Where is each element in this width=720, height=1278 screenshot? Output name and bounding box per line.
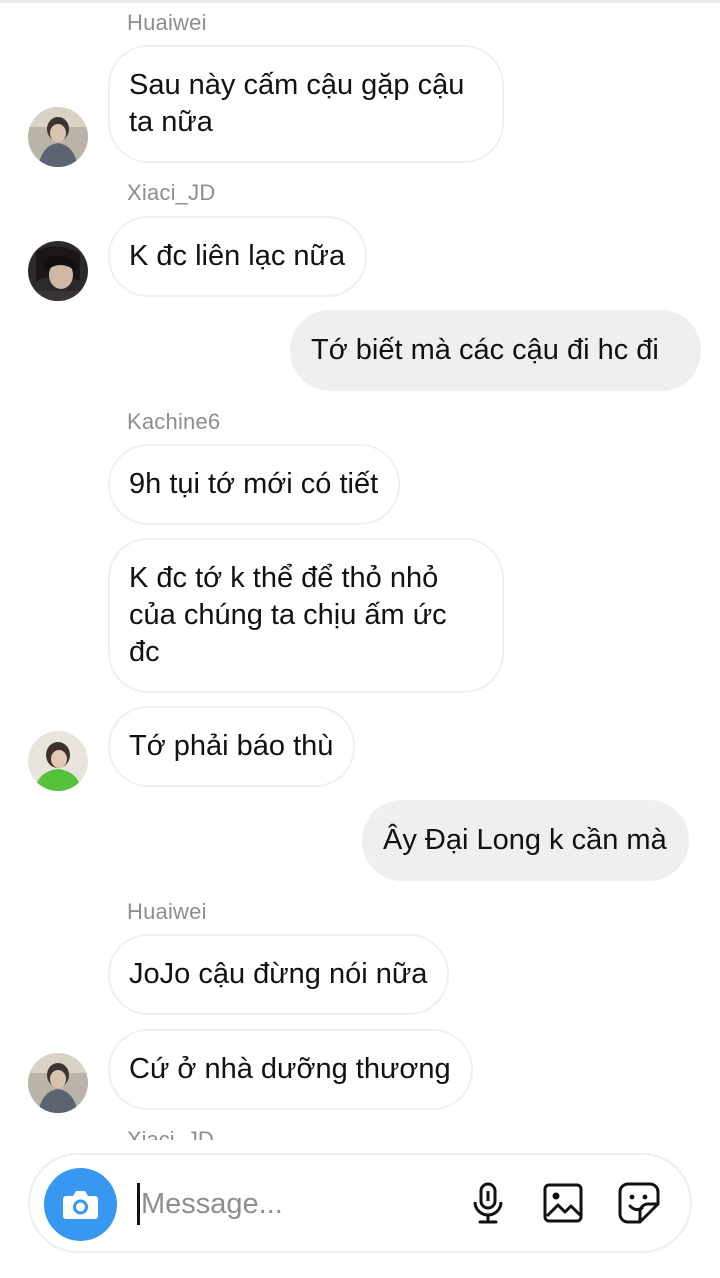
outgoing-message[interactable]: Ây Đại Long k cần mà (362, 800, 689, 881)
message-line: của chúng ta chịu ấm ức (129, 599, 447, 631)
sender-name: Xiaci_JD (127, 180, 216, 205)
gallery-button[interactable] (540, 1180, 586, 1226)
microphone-button[interactable] (465, 1180, 511, 1226)
incoming-message[interactable]: K đc tớ k thể để thỏ nhỏ của chúng ta ch… (108, 538, 504, 693)
incoming-message[interactable]: Tớ phải báo thù (108, 706, 356, 787)
sender-name: Kachine6 (127, 409, 221, 434)
message-input[interactable] (141, 1181, 441, 1227)
text-cursor (137, 1183, 140, 1225)
gallery-icon (543, 1183, 583, 1223)
message-text: JoJo cậu đừng nói nữa (129, 958, 428, 990)
message-text: Tớ biết mà các cậu đi hc đi (311, 334, 659, 366)
sticker-icon (618, 1182, 660, 1224)
message-text: Ây Đại Long k cần mà (383, 824, 667, 856)
camera-button[interactable] (44, 1168, 117, 1241)
message-text: 9h tụi tớ mới có tiết (129, 468, 379, 500)
camera-icon (63, 1191, 98, 1219)
message-line: đc (129, 636, 160, 668)
incoming-message[interactable]: Sau này cấm cậu gặp cậu ta nữa (108, 45, 504, 163)
incoming-message[interactable]: Cứ ở nhà dưỡng thương (108, 1029, 473, 1110)
sender-name: Huaiwei (127, 10, 207, 35)
incoming-message[interactable]: K đc liên lạc nữa (108, 216, 368, 297)
avatar[interactable] (28, 241, 88, 301)
outgoing-message[interactable]: Tớ biết mà các cậu đi hc đi (290, 310, 701, 391)
incoming-message[interactable]: JoJo cậu đừng nói nữa (108, 934, 450, 1015)
sticker-button[interactable] (616, 1180, 662, 1226)
avatar[interactable] (28, 731, 88, 791)
message-text: Cứ ở nhà dưỡng thương (129, 1053, 451, 1085)
sender-name: Huaiwei (127, 899, 207, 924)
sender-name: Xiaci_JD (127, 1127, 214, 1140)
message-thread[interactable]: Huaiwei Sau này cấm cậu gặp cậu ta nữa X… (0, 0, 720, 1140)
message-line: ta nữa (129, 106, 213, 138)
message-text: K đc liên lạc nữa (129, 240, 346, 272)
avatar[interactable] (28, 107, 88, 167)
incoming-message[interactable]: 9h tụi tớ mới có tiết (108, 444, 401, 525)
avatar[interactable] (28, 1053, 88, 1113)
message-composer (28, 1153, 692, 1253)
message-line: K đc tớ k thể để thỏ nhỏ (129, 562, 439, 594)
microphone-icon (473, 1182, 503, 1224)
message-text: Tớ phải báo thù (129, 730, 334, 762)
message-line: Sau này cấm cậu gặp cậu (129, 69, 465, 101)
